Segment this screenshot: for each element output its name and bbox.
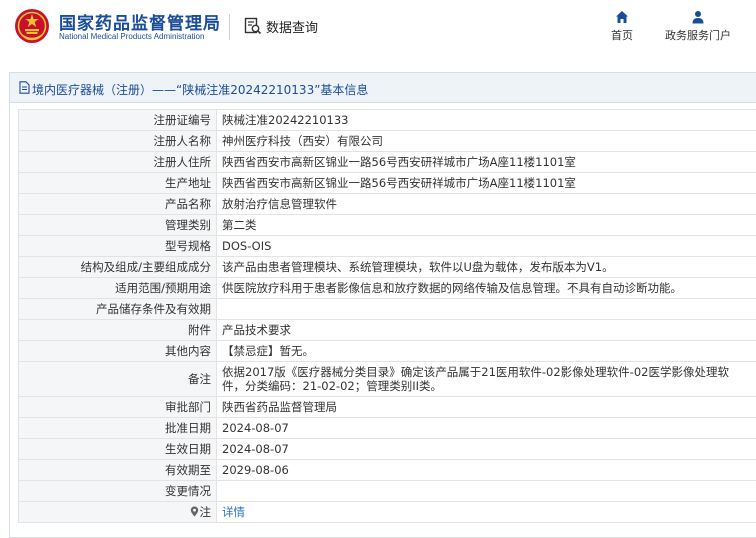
field-label: 产品名称 [18, 193, 217, 215]
field-label: 生产地址 [18, 172, 217, 194]
nav-gov-portal[interactable]: 政务服务门户 [658, 10, 738, 50]
field-label: 其他内容 [18, 340, 217, 362]
field-label: 注册人住所 [18, 151, 217, 173]
home-icon [616, 11, 628, 23]
table-row: 适用范围/预期用途 供医院放疗科用于患者影像信息和放疗数据的网络传输及信息管理。不… [18, 277, 756, 299]
field-label: 备注 [18, 361, 217, 397]
document-icon [19, 81, 30, 94]
table-row: 生效日期 2024-08-07 [18, 438, 756, 460]
site-header: 国家药品监督管理局 National Medical Products Admi… [0, 0, 756, 58]
record-panel: 境内医疗器械（注册）——“陕械注准20242210133”基本信息 注册证编号陕… [9, 72, 756, 538]
field-label: 变更情况 [18, 480, 217, 502]
nav-home-label: 首页 [611, 29, 633, 42]
table-row: 其他内容 【禁忌症】暂无。 [18, 340, 756, 362]
table-row: 产品名称 放射治疗信息管理软件 [18, 193, 756, 215]
panel-heading-text: 境内医疗器械（注册）——“陕械注准20242210133”基本信息 [32, 83, 369, 97]
details-link[interactable]: 详情 [222, 505, 245, 519]
field-value: 【禁忌症】暂无。 [216, 340, 756, 362]
field-value [216, 298, 756, 320]
table-row: 生产地址 陕西省西安市高新区锦业一路56号西安研祥城市广场A座11楼1101室 [18, 172, 756, 194]
field-value: 依据2017版《医疗器械分类目录》确定该产品属于21医用软件-02影像处理软件-… [216, 361, 756, 397]
field-value: 陕西省西安市高新区锦业一路56号西安研祥城市广场A座11楼1101室 [216, 172, 756, 194]
field-label: 有效期至 [18, 459, 217, 481]
field-value: 该产品由患者管理模块、系统管理模块，软件以U盘为载体，发布版本为V1。 [216, 256, 756, 278]
national-emblem-icon [15, 9, 49, 43]
query-title: 数据查询 [266, 21, 319, 36]
table-row: 变更情况 [18, 480, 756, 502]
table-row: 结构及组成/主要组成成分 该产品由患者管理模块、系统管理模块，软件以U盘为载体，发… [18, 256, 756, 278]
field-label: 审批部门 [18, 396, 217, 418]
table-row: 有效期至 2029-08-06 [18, 459, 756, 481]
field-value: 陕西省药品监督管理局 [216, 396, 756, 418]
table-row: 产品储存条件及有效期 [18, 298, 756, 320]
field-value [216, 480, 756, 502]
field-label: 管理类别 [18, 214, 217, 236]
table-row: 附件 产品技术要求 [18, 319, 756, 341]
field-value: 陕械注准20242210133 [216, 109, 756, 131]
field-label: 生效日期 [18, 438, 217, 460]
field-label: 注册证编号 [18, 109, 217, 131]
field-value: 第二类 [216, 214, 756, 236]
field-value: 2024-08-07 [216, 438, 756, 460]
field-label: 型号规格 [18, 235, 217, 257]
search-document-icon [244, 17, 262, 35]
field-label: 产品储存条件及有效期 [18, 298, 217, 320]
field-value: 神州医疗科技（西安）有限公司 [216, 130, 756, 152]
field-label: 附件 [18, 319, 217, 341]
table-row: 型号规格 DOS-OIS [18, 235, 756, 257]
field-value: 供医院放疗科用于患者影像信息和放疗数据的网络传输及信息管理。不具有自动诊断功能。 [216, 277, 756, 299]
field-label: 适用范围/预期用途 [18, 277, 217, 299]
field-value: 2029-08-06 [216, 459, 756, 481]
field-value: 2024-08-07 [216, 417, 756, 439]
record-table: 注册证编号 陕械注准20242210133 注册人名称 神州医疗科技（西安）有限公司注… [18, 109, 756, 523]
field-value: DOS-OIS [216, 235, 756, 257]
org-name-cn: 国家药品监督管理局 [59, 14, 221, 34]
field-value: 陕西省西安市高新区锦业一路56号西安研祥城市广场A座11楼1101室 [216, 151, 756, 173]
table-row: 备注 依据2017版《医疗器械分类目录》确定该产品属于21医用软件-02影像处理软… [18, 361, 756, 397]
nav-gov-portal-label: 政务服务门户 [665, 29, 731, 42]
table-row-note: 注详情 [18, 501, 756, 523]
nav-home[interactable]: 首页 [604, 10, 640, 50]
user-icon [692, 11, 704, 24]
note-value-cell: 详情 [216, 501, 756, 523]
panel-heading: 境内医疗器械（注册）——“陕械注准20242210133”基本信息 [10, 73, 756, 103]
table-row: 管理类别 第二类 [18, 214, 756, 236]
table-row: 审批部门 陕西省药品监督管理局 [18, 396, 756, 418]
table-row: 批准日期 2024-08-07 [18, 417, 756, 439]
map-pin-icon [190, 506, 198, 517]
field-value: 产品技术要求 [216, 319, 756, 341]
field-value: 放射治疗信息管理软件 [216, 193, 756, 215]
field-label: 注册人名称 [18, 130, 217, 152]
table-row: 注册人住所 陕西省西安市高新区锦业一路56号西安研祥城市广场A座11楼1101室 [18, 151, 756, 173]
table-row: 注册人名称 神州医疗科技（西安）有限公司 [18, 130, 756, 152]
note-label-cell: 注 [18, 501, 217, 523]
header-divider [229, 14, 230, 40]
org-name-en: National Medical Products Administration [59, 32, 205, 41]
field-label: 批准日期 [18, 417, 217, 439]
note-label: 注 [199, 505, 212, 519]
field-label: 结构及组成/主要组成成分 [18, 256, 217, 278]
table-row: 注册证编号 陕械注准20242210133 [18, 109, 756, 131]
